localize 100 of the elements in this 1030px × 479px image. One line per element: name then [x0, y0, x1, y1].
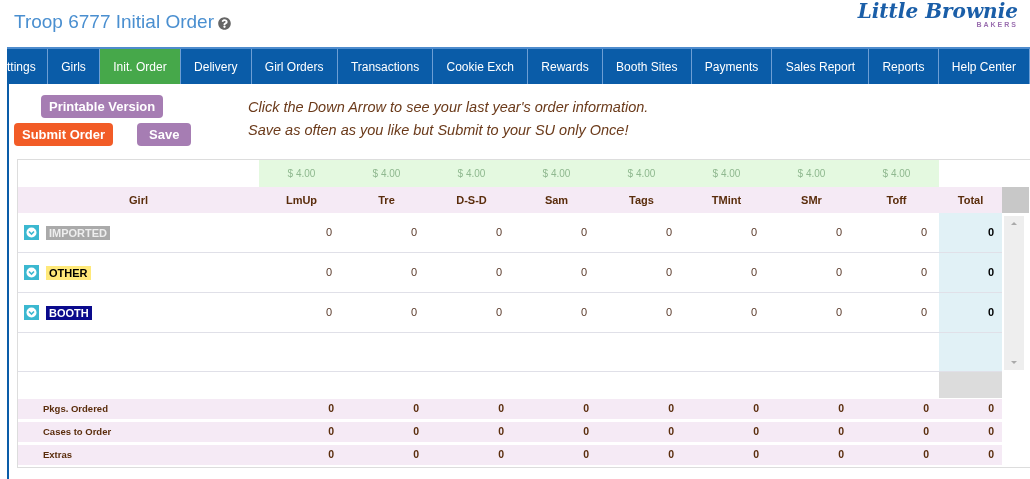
column-header: SMr [769, 187, 854, 213]
table-cell-text: 0 [409, 305, 418, 321]
table-cell-text: 0 [919, 225, 928, 241]
column-header: D-S-D [429, 187, 514, 213]
column-header: Girl [18, 187, 259, 213]
summary-cell: 0 [514, 445, 599, 465]
save-button[interactable]: Save [137, 123, 192, 146]
summary-cell: 0 [769, 422, 854, 442]
table-cell-text: 0 [579, 225, 588, 241]
nav-tab[interactable]: Cookie Exch [433, 49, 529, 84]
table-cell-text: 0 [494, 265, 503, 281]
nav-tab[interactable]: Help Center [938, 49, 1030, 84]
summary-cell: 0 [344, 399, 429, 419]
nav-tab[interactable]: Girl Orders [251, 49, 338, 84]
nav-tab[interactable]: Transactions [337, 49, 434, 84]
summary-total-cell: 0 [939, 445, 1002, 465]
table-cell-text: 0 [919, 265, 928, 281]
table-cell-text: 0 [324, 265, 333, 281]
summary-cell: 0 [514, 399, 599, 419]
summary-cell: 0 [429, 445, 514, 465]
help-icon[interactable] [217, 17, 231, 31]
summary-label: Extras [18, 445, 259, 465]
table-cell-text: 0 [834, 305, 843, 321]
table-cell-text: 0 [664, 305, 673, 321]
nav-tab[interactable]: Rewards [528, 49, 603, 84]
summary-cell: 0 [684, 445, 769, 465]
chevron-down-icon[interactable] [24, 225, 39, 240]
table-cell-text: 0 [324, 225, 333, 241]
price-cell: $ 4.00 [259, 160, 344, 187]
price-cell: $ 4.00 [429, 160, 514, 187]
row-label-tag: OTHER [46, 265, 91, 280]
summary-cell: 0 [854, 422, 939, 442]
summary-cell: 0 [599, 422, 684, 442]
table-cell-text: 0 [749, 265, 758, 281]
summary-label: Cases to Order [18, 422, 259, 442]
nav-tab[interactable]: Delivery [180, 49, 252, 84]
summary-cell: 0 [259, 445, 344, 465]
nav-tab[interactable]: Booth Sites [602, 49, 692, 84]
table-cell-text: 0 [834, 225, 843, 241]
table-cell-text: 0 [579, 305, 588, 321]
summary-total-cell: 0 [939, 399, 1002, 419]
table-cell-text: 0 [749, 305, 758, 321]
summary-cell: 0 [344, 422, 429, 442]
price-cell: $ 4.00 [344, 160, 429, 187]
total-cell: 0 [939, 253, 1002, 292]
table-cell-text: 0 [749, 225, 758, 241]
table-cell-text: 0 [664, 265, 673, 281]
summary-cell: 0 [429, 422, 514, 442]
total-cell: 0 [939, 213, 1002, 252]
table-cell-text: 0 [409, 225, 418, 241]
price-cell: $ 4.00 [514, 160, 599, 187]
summary-cell: 0 [769, 445, 854, 465]
price-cell: $ 4.00 [684, 160, 769, 187]
nav-tab[interactable]: Reports [869, 49, 939, 84]
printable-version-button[interactable]: Printable Version [41, 95, 164, 118]
price-cell: $ 4.00 [854, 160, 939, 187]
table-cell-text: 0 [494, 305, 503, 321]
chevron-down-icon[interactable] [24, 305, 39, 320]
instruction-text: Click the Down Arrow to see your last year's order information. [248, 98, 649, 116]
table-cell-text: 0 [409, 265, 418, 281]
column-header: TMint [684, 187, 769, 213]
summary-total-cell: 0 [939, 422, 1002, 442]
table-cell-text: 0 [324, 305, 333, 321]
column-header: Sam [514, 187, 599, 213]
page-title: Troop 6777 Initial Order [14, 10, 214, 34]
price-cell: $ 4.00 [769, 160, 854, 187]
total-cell [939, 333, 1002, 371]
price-cell: $ 4.00 [599, 160, 684, 187]
instruction-text: Save as often as you like but Submit to your SU only Once! [248, 121, 630, 139]
table-cell-text: 0 [579, 265, 588, 281]
summary-cell: 0 [684, 399, 769, 419]
total-cell: 0 [939, 293, 1002, 332]
summary-cell: 0 [854, 399, 939, 419]
summary-label: Pkgs. Ordered [18, 399, 259, 419]
scrollbar-corner [1002, 187, 1029, 213]
column-header: Tags [599, 187, 684, 213]
column-header: Toff [854, 187, 939, 213]
chevron-down-icon[interactable] [24, 265, 39, 280]
summary-cell: 0 [514, 422, 599, 442]
nav-tab[interactable]: Payments [691, 49, 773, 84]
column-header: Tre [344, 187, 429, 213]
row-label-tag: IMPORTED [46, 225, 111, 240]
summary-cell: 0 [259, 422, 344, 442]
summary-cell: 0 [684, 422, 769, 442]
summary-cell: 0 [259, 399, 344, 419]
summary-cell: 0 [599, 445, 684, 465]
nav-tab[interactable]: ttings [7, 49, 48, 84]
row-label-tag: BOOTH [46, 305, 92, 320]
summary-cell: 0 [769, 399, 854, 419]
summary-cell: 0 [344, 445, 429, 465]
summary-cell: 0 [429, 399, 514, 419]
table-cell-text: 0 [664, 225, 673, 241]
summary-cell: 0 [854, 445, 939, 465]
table-cell-text: 0 [834, 265, 843, 281]
column-header: LmUp [259, 187, 344, 213]
table-cell-text: 0 [919, 305, 928, 321]
column-header: Total [939, 187, 1002, 213]
summary-cell: 0 [599, 399, 684, 419]
nav-tab[interactable]: Sales Report [772, 49, 870, 84]
table-cell-text: 0 [494, 225, 503, 241]
